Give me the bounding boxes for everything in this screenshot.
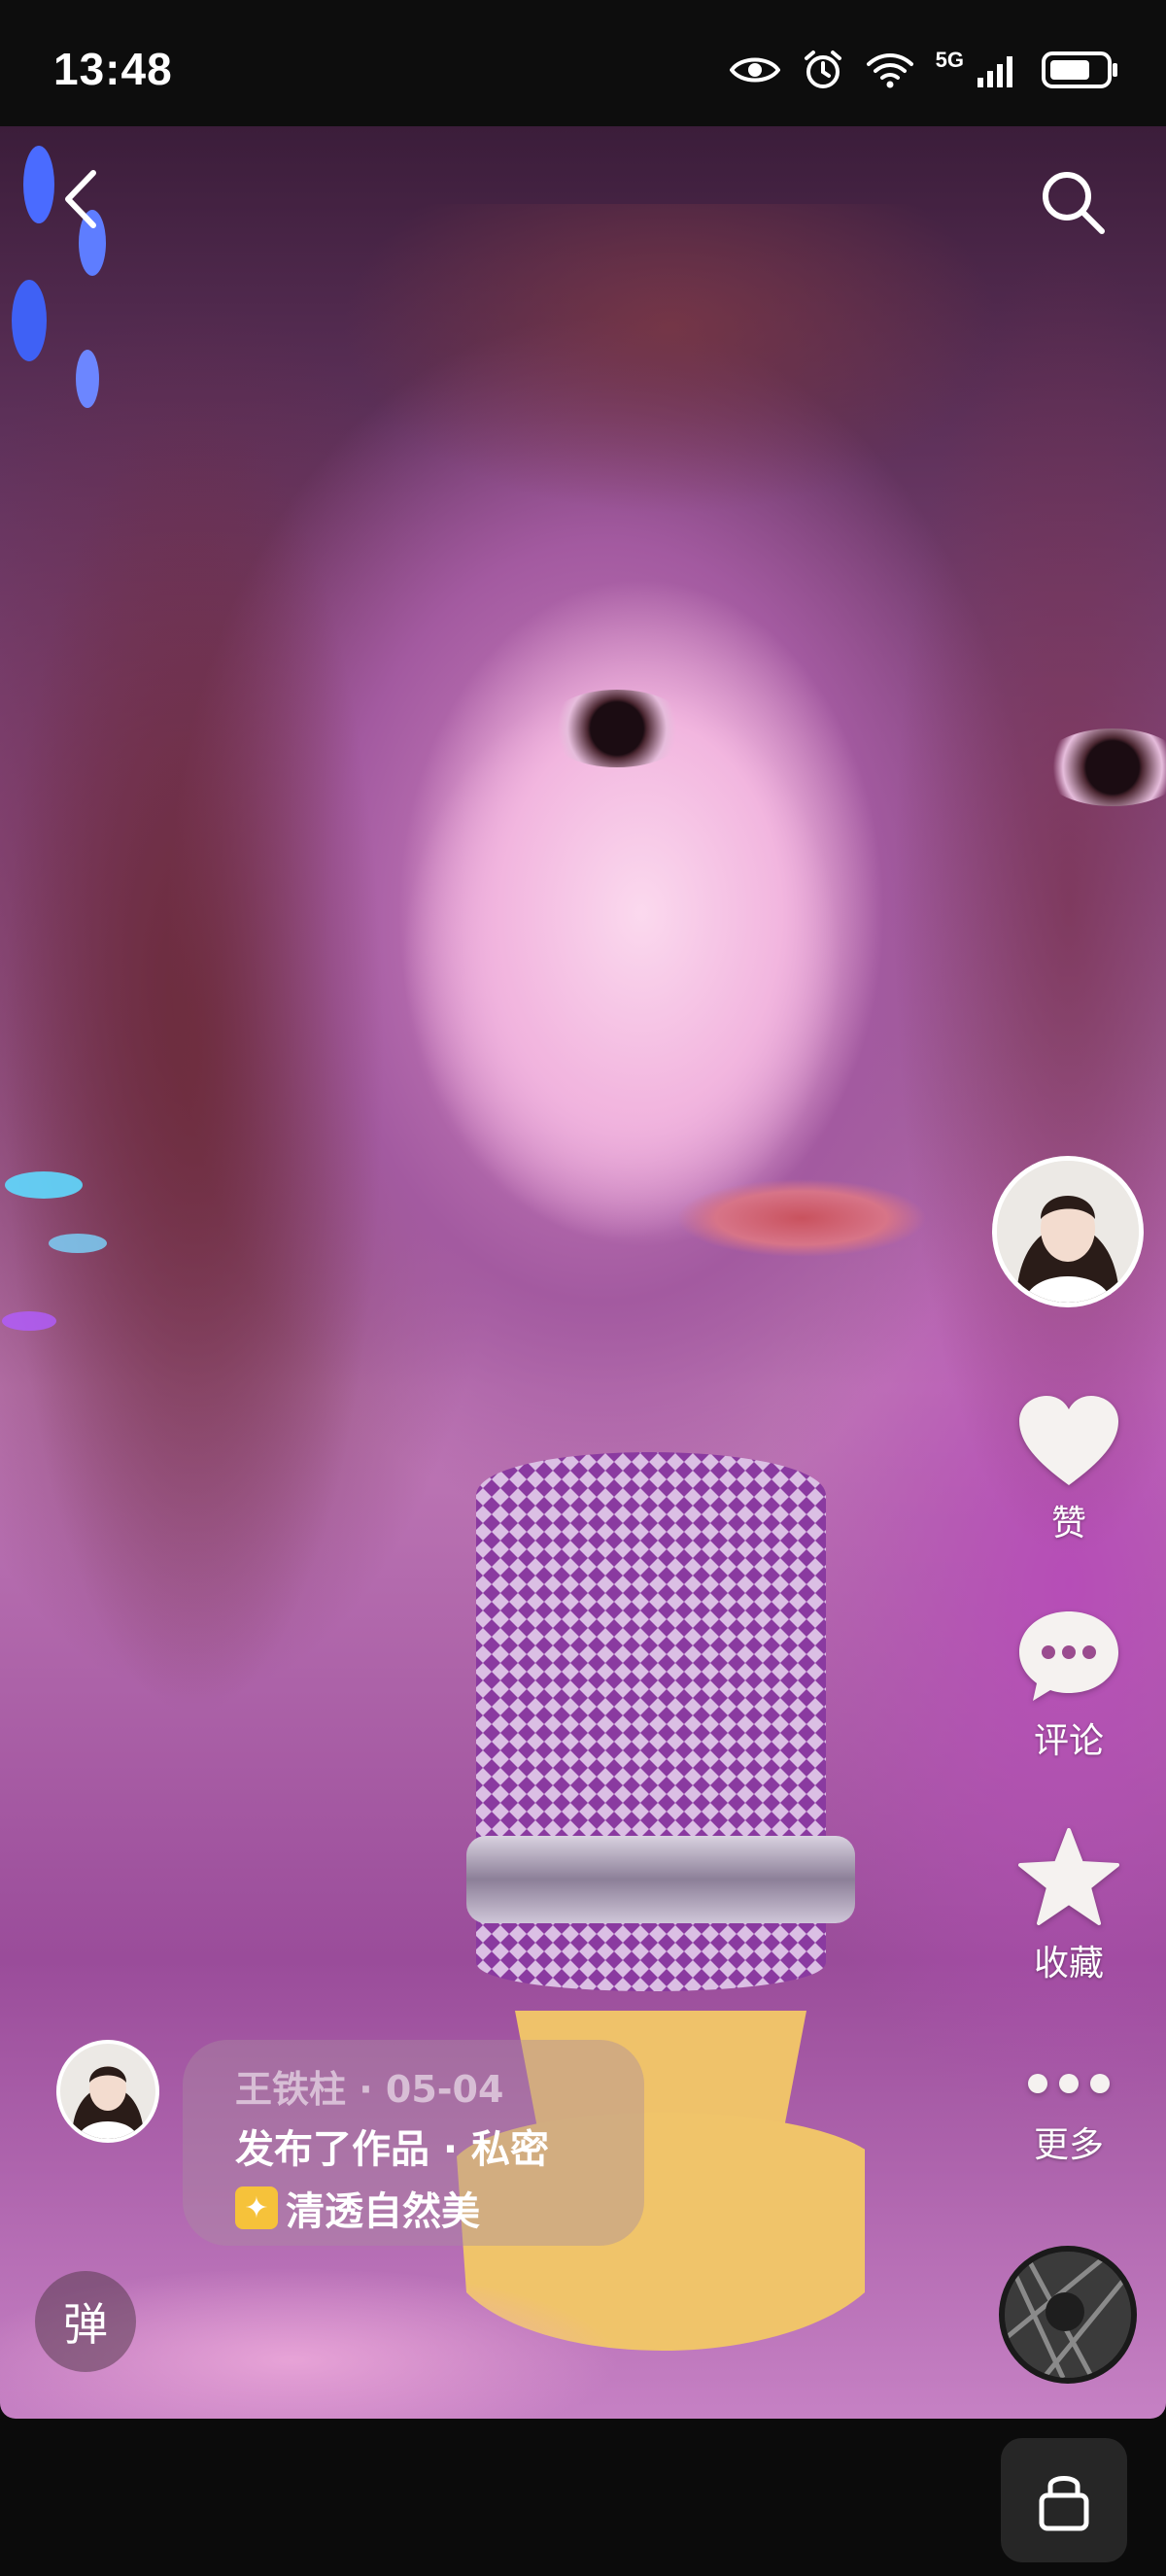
sparkle-icon: ✦ — [235, 2186, 278, 2229]
background-lights — [2, 146, 107, 1331]
post-info-card[interactable]: 王铁柱 · 05-04 发布了作品 · 私密 ✦ 清透自然美 — [183, 2040, 644, 2246]
more-dots-icon — [1028, 2074, 1110, 2093]
star-icon — [1018, 1828, 1119, 1925]
comment-label: 评论 — [1033, 1721, 1104, 1761]
music-disc[interactable] — [999, 2246, 1137, 2384]
post-caption-row: ✦ 清透自然美 — [235, 2180, 480, 2236]
post-caption: 清透自然美 — [286, 2189, 480, 2234]
status-icons: 5G — [729, 48, 1119, 91]
avatar-image — [997, 1161, 1139, 1303]
wifi-icon — [866, 53, 913, 88]
like-label: 赞 — [1050, 1504, 1086, 1543]
more-label: 更多 — [1033, 2125, 1104, 2165]
alarm-icon — [804, 51, 841, 88]
music-cover-icon — [1005, 2252, 1131, 2378]
photo-lips — [641, 1166, 962, 1282]
favorite-label: 收藏 — [1033, 1944, 1104, 1983]
heart-icon — [1019, 1396, 1118, 1485]
post-status: 发布了作品 · 私密 — [235, 2127, 550, 2172]
back-button[interactable] — [56, 165, 105, 233]
favorite-action[interactable]: 收藏 — [972, 1826, 1166, 1985]
eye-icon — [729, 57, 780, 83]
status-bar: 13:48 5G — [0, 0, 1166, 126]
danmu-toggle-button[interactable]: 弹 — [35, 2271, 136, 2372]
photo-eye-left — [544, 690, 690, 767]
lock-button[interactable] — [1001, 2438, 1127, 2562]
more-action[interactable]: 更多 — [972, 2064, 1166, 2167]
search-button[interactable] — [1038, 167, 1108, 237]
chevron-left-icon — [65, 170, 96, 228]
avatar-portrait-icon — [997, 1161, 1139, 1303]
lock-icon — [1039, 2476, 1089, 2531]
comment-icon — [1019, 1611, 1118, 1701]
search-icon — [1043, 172, 1105, 234]
post-author-avatar[interactable] — [56, 2040, 159, 2143]
photo-hand — [0, 2244, 1166, 2419]
mini-avatar-portrait-icon — [60, 2044, 155, 2139]
author-avatar[interactable] — [992, 1156, 1144, 1307]
danmu-label: 弹 — [63, 2298, 108, 2351]
like-action[interactable]: 赞 — [972, 1394, 1166, 1545]
network-type: 5G — [935, 48, 964, 72]
bottom-bar — [0, 2419, 1166, 2576]
signal-icon — [977, 56, 1012, 87]
photo-face — [321, 495, 1001, 1447]
battery-icon — [1042, 51, 1117, 88]
comment-action[interactable]: 评论 — [972, 1608, 1166, 1763]
status-time: 13:48 — [53, 44, 173, 94]
author-date: 王铁柱 · 05-04 — [235, 2068, 504, 2111]
